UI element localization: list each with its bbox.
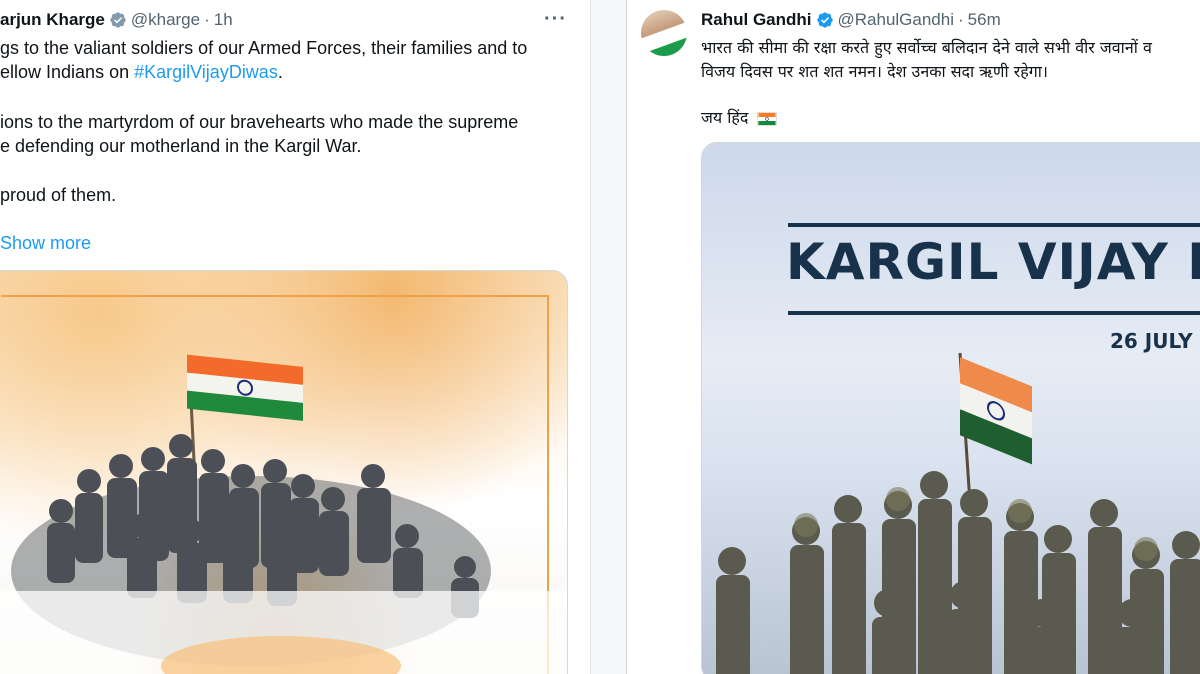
- text-segment: .: [277, 62, 283, 82]
- tweet-time[interactable]: 56m: [968, 10, 1001, 30]
- author-handle[interactable]: @kharge: [131, 10, 200, 30]
- author-name[interactable]: arjun Kharge: [0, 10, 105, 30]
- tweet-text-line-3: जय हिंद: [701, 106, 778, 130]
- separator: ·: [958, 10, 964, 29]
- separator: ·: [204, 10, 210, 29]
- tweet-text-line-4: e defending our motherland in the Kargil…: [0, 136, 362, 156]
- text-segment: ellow Indians on: [0, 62, 135, 82]
- tweet-rahul-gandhi[interactable]: Rahul Gandhi @RahulGandhi · 56m भारत की …: [626, 0, 1200, 674]
- tweet-image[interactable]: [0, 270, 568, 674]
- avatar[interactable]: [641, 10, 687, 56]
- tweet-text-line-2: ellow Indians on #KargilVijayDiwas.: [0, 60, 283, 84]
- author-name[interactable]: Rahul Gandhi: [701, 10, 812, 30]
- more-dots-icon[interactable]: ···: [544, 9, 567, 29]
- tweet-text-line-3: ions to the martyrdom of our bravehearts…: [0, 112, 519, 132]
- hashtag-link[interactable]: #KargilVijayDiwas: [134, 62, 278, 82]
- verified-badge-icon: [110, 12, 126, 28]
- tweet-text-line-2: विजय दिवस पर शत शत नमन। देश उनका सदा ऋणी…: [701, 62, 1048, 81]
- author-handle[interactable]: @RahulGandhi: [838, 10, 955, 30]
- soldiers-flag-illustration: [0, 354, 567, 674]
- india-flag-emoji: [757, 111, 778, 126]
- verified-badge-icon: [816, 12, 833, 28]
- show-more-link[interactable]: Show more: [0, 233, 91, 254]
- tweet-time[interactable]: 1h: [214, 10, 233, 30]
- tweet-text-line-1: gs to the valiant soldiers of our Armed …: [0, 38, 528, 58]
- tweet-text-line-5: proud of them.: [0, 185, 117, 205]
- column-gap: [590, 0, 626, 674]
- tweet-header: Rahul Gandhi @RahulGandhi · 56m: [701, 10, 1001, 30]
- tweet-kharge[interactable]: arjun Kharge @kharge · 1h ··· gs to the …: [0, 0, 590, 674]
- tweet-image[interactable]: KARGIL VIJAY DIWAS 26 JULY 199: [701, 142, 1200, 674]
- tweet-header: arjun Kharge @kharge · 1h: [0, 10, 233, 30]
- tweet-text-line-1: भारत की सीमा की रक्षा करते हुए सर्वोच्च …: [701, 38, 1152, 57]
- soldiers-flag-illustration: [716, 352, 1200, 674]
- text-segment: जय हिंद: [701, 108, 749, 127]
